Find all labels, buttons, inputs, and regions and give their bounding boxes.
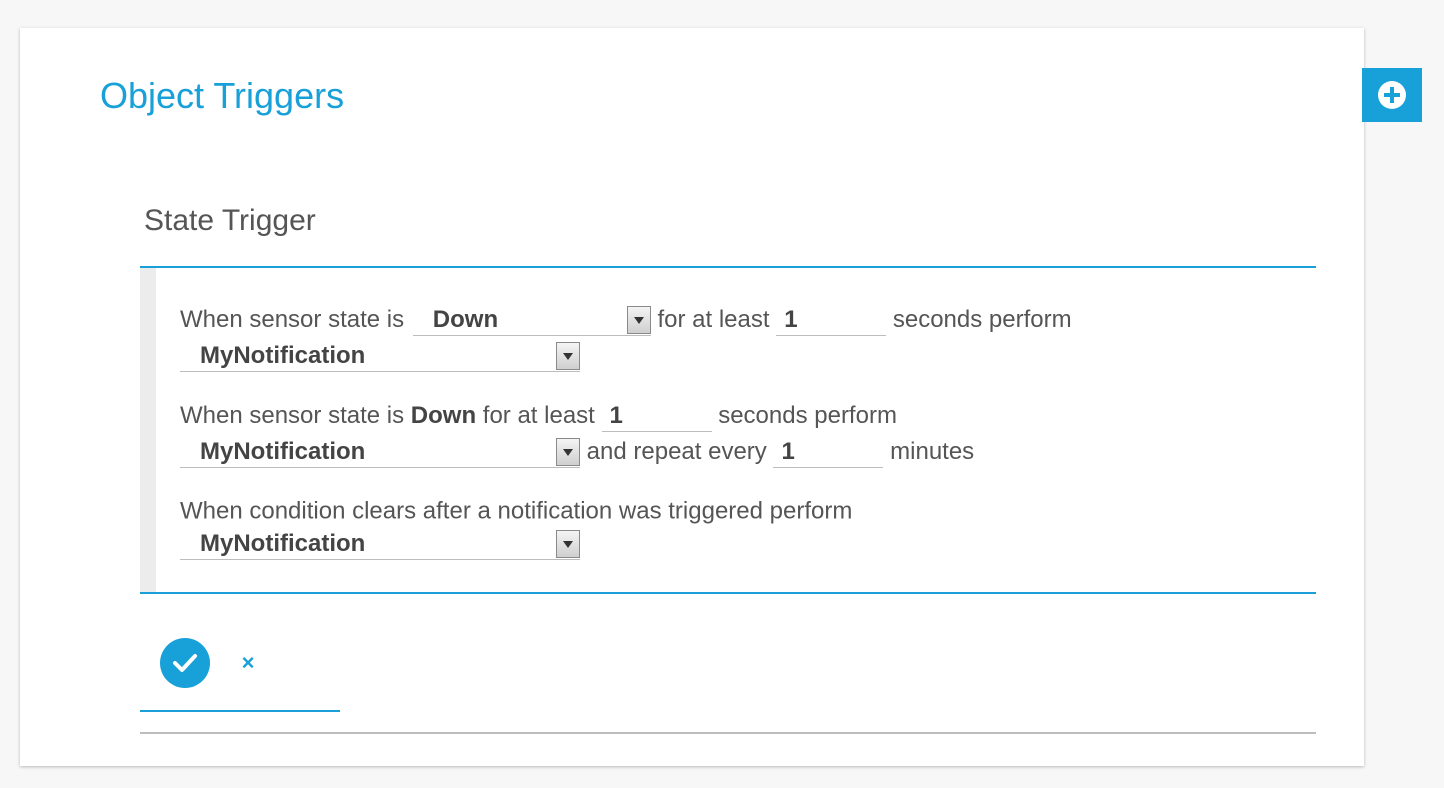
- check-icon: [173, 654, 197, 672]
- trigger-row-3-notification: MyNotification: [180, 528, 580, 560]
- notification-select-value: MyNotification: [200, 342, 366, 369]
- save-button[interactable]: [160, 638, 210, 688]
- row2-mid: for at least: [482, 402, 595, 429]
- trigger-row-3: When condition clears after a notificati…: [180, 496, 852, 527]
- state-select-value: Down: [432, 306, 499, 333]
- repeat-label: and repeat every: [586, 438, 767, 465]
- row1-mid: for at least: [657, 306, 770, 333]
- row3-text: When condition clears after a notificati…: [180, 497, 853, 525]
- cancel-button[interactable]: ×: [238, 650, 258, 676]
- actions-underline: [140, 710, 340, 712]
- notification-select-1[interactable]: MyNotification: [180, 340, 580, 372]
- page-title: Object Triggers: [100, 75, 345, 116]
- repeat-input[interactable]: [773, 436, 884, 468]
- notification-select-value: MyNotification: [200, 438, 366, 465]
- trigger-row-1: When sensor state is Down for at least s…: [180, 304, 1072, 336]
- escalation-seconds-input[interactable]: [601, 400, 712, 432]
- plus-circle-icon: [1378, 81, 1406, 109]
- chevron-down-icon[interactable]: [626, 306, 651, 334]
- row2-prefix: When sensor state is: [180, 402, 405, 429]
- row2-state: Down: [410, 402, 477, 429]
- notification-select-value: MyNotification: [200, 530, 366, 557]
- repeat-unit: minutes: [890, 438, 975, 465]
- chevron-down-icon[interactable]: [556, 342, 580, 370]
- bottom-divider: [140, 732, 1316, 734]
- trigger-row-1-notification: MyNotification: [180, 340, 580, 372]
- chevron-down-icon[interactable]: [556, 438, 580, 466]
- panel-left-bar: [140, 268, 156, 592]
- trigger-title: State Trigger: [144, 204, 316, 237]
- trigger-row-2: When sensor state is Down for at least s…: [180, 400, 897, 432]
- row1-suffix: seconds perform: [892, 306, 1072, 333]
- add-trigger-button[interactable]: [1362, 68, 1422, 122]
- seconds-input[interactable]: [776, 304, 887, 336]
- trigger-row-2-notification: MyNotification and repeat every minutes: [180, 436, 974, 468]
- notification-select-3[interactable]: MyNotification: [180, 528, 580, 560]
- state-select[interactable]: Down: [412, 304, 651, 336]
- row2-suffix: seconds perform: [718, 402, 897, 429]
- notification-select-2[interactable]: MyNotification: [180, 436, 580, 468]
- row1-prefix: When sensor state is: [180, 306, 405, 333]
- object-triggers-card: Object Triggers State Trigger When senso…: [20, 28, 1364, 766]
- chevron-down-icon[interactable]: [556, 530, 580, 558]
- state-trigger-panel: When sensor state is Down for at least s…: [140, 266, 1316, 594]
